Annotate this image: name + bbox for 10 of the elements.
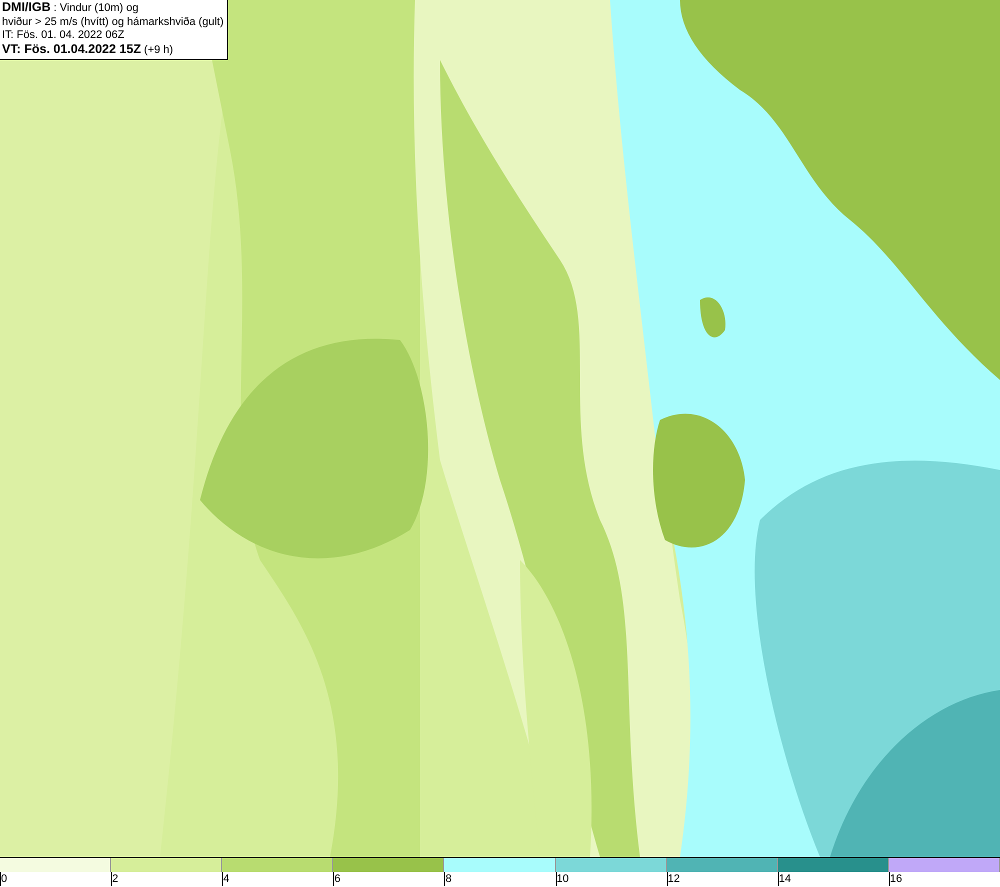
legend-label: 4 <box>222 872 230 886</box>
legend-label: 12 <box>666 872 680 886</box>
legend-label: 16 <box>888 872 902 886</box>
legend-label: 8 <box>444 872 452 886</box>
legend-label: 14 <box>778 872 792 886</box>
legend-label: 0 <box>0 872 8 886</box>
legend-label: 2 <box>111 872 118 886</box>
legend-label: 6 <box>333 872 340 886</box>
map-title: DMI/IGB : Vindur (10m) og hviður > 25 m/s (hvítt) og hámarkshviða (gult) IT: Fös. 01. 04. 2022 06Z VT: Fös. 01.04.2022 15Z (+9 h) <box>0 0 228 60</box>
legend-label: 10 <box>556 872 569 886</box>
